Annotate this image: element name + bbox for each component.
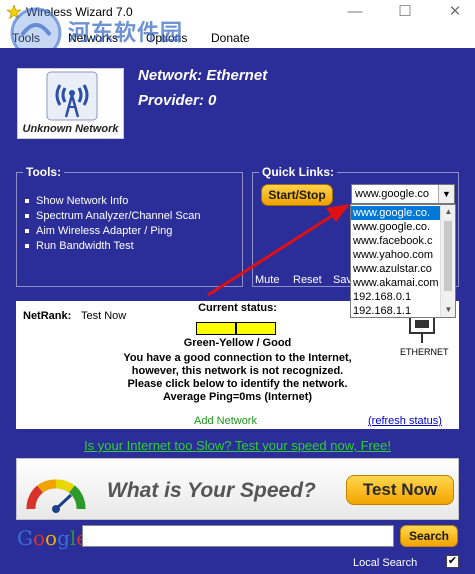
close-button[interactable]: ✕ xyxy=(440,2,470,22)
google-logo-letter: g xyxy=(57,526,70,550)
local-search-checkbox[interactable]: ✔ xyxy=(446,555,459,568)
tool-label: Aim Wireless Adapter / Ping xyxy=(36,225,173,237)
menu-bar: Tools Networks Options Donate xyxy=(0,26,475,48)
bullet-icon xyxy=(25,244,29,249)
dropdown-option[interactable]: www.facebook.c xyxy=(351,234,441,248)
quick-links-selected: www.google.co xyxy=(355,188,429,200)
dropdown-option[interactable]: 192.168.0.1 xyxy=(351,290,441,304)
tools-group: Tools: Show Network Info Spectrum Analyz… xyxy=(16,165,243,287)
tool-label: Spectrum Analyzer/Channel Scan xyxy=(36,210,201,222)
google-logo-letter: o xyxy=(45,526,58,550)
network-logo: Unknown Network xyxy=(17,68,124,139)
speed-banner[interactable]: What is Your Speed? Test Now xyxy=(16,458,459,520)
google-logo-letter: G xyxy=(17,526,33,550)
menu-options[interactable]: Options xyxy=(146,31,187,45)
status-line: Average Ping=0ms (Internet) xyxy=(162,391,313,403)
scroll-up-icon[interactable]: ▲ xyxy=(441,205,455,219)
bullet-icon xyxy=(25,229,29,234)
menu-tools[interactable]: Tools xyxy=(12,31,40,45)
scroll-down-icon[interactable]: ▼ xyxy=(441,303,455,317)
reset-button[interactable]: Reset xyxy=(293,274,322,286)
status-bar-segment xyxy=(196,322,236,335)
quick-links-select[interactable]: www.google.co ▼ xyxy=(351,184,455,204)
tool-aim-adapter[interactable]: Aim Wireless Adapter / Ping xyxy=(25,225,172,237)
dropdown-option[interactable]: www.azulstar.co xyxy=(351,262,441,276)
status-line: You have a good connection to the Intern… xyxy=(123,352,352,364)
status-line: however, this network is not recognized. xyxy=(131,365,344,377)
window-title: Wireless Wizard 7.0 xyxy=(26,5,133,19)
google-logo: Google xyxy=(17,526,88,550)
dropdown-option[interactable]: 192.168.1.1 xyxy=(351,304,441,317)
dropdown-option[interactable]: www.google.co. xyxy=(351,206,441,220)
banner-question: What is Your Speed? xyxy=(107,479,316,502)
tool-label: Show Network Info xyxy=(36,195,129,207)
quick-links-title: Quick Links: xyxy=(259,165,338,179)
dropdown-option[interactable]: www.google.co. xyxy=(351,220,441,234)
app-star-icon xyxy=(7,5,21,19)
status-panel: NetRank: Test Now Current status: Green-… xyxy=(16,301,459,429)
bullet-icon xyxy=(25,199,29,204)
network-label: Network: Ethernet xyxy=(138,67,268,84)
mute-button[interactable]: Mute xyxy=(255,274,279,286)
maximize-button[interactable]: ☐ xyxy=(390,2,420,22)
logo-caption: Unknown Network xyxy=(22,123,119,135)
minimize-button[interactable]: — xyxy=(340,2,370,22)
tool-spectrum-analyzer[interactable]: Spectrum Analyzer/Channel Scan xyxy=(25,210,200,222)
add-network-link[interactable]: Add Network xyxy=(194,415,257,427)
dropdown-option[interactable]: www.akamai.com xyxy=(351,276,441,290)
local-search-label: Local Search xyxy=(353,557,418,569)
quick-links-dropdown[interactable]: www.google.co. www.google.co. www.facebo… xyxy=(350,204,456,318)
tools-title: Tools: xyxy=(23,165,65,179)
google-logo-letter: o xyxy=(32,526,46,550)
start-stop-button[interactable]: Start/Stop xyxy=(261,184,333,206)
status-line: Please click below to identify the netwo… xyxy=(127,378,348,390)
refresh-status-link[interactable]: (refresh status) xyxy=(368,415,442,427)
tool-label: Run Bandwidth Test xyxy=(36,240,134,252)
menu-networks[interactable]: Networks xyxy=(68,31,118,45)
menu-donate[interactable]: Donate xyxy=(211,31,250,45)
dropdown-scrollbar[interactable]: ▲ ▼ xyxy=(440,205,455,317)
provider-label: Provider: 0 xyxy=(138,92,217,109)
speedometer-icon xyxy=(26,479,86,513)
bullet-icon xyxy=(25,214,29,219)
title-bar: Wireless Wizard 7.0 — ☐ ✕ xyxy=(0,0,475,25)
speed-test-link[interactable]: Is your Internet too Slow? Test your spe… xyxy=(0,438,475,453)
status-result: Green-Yellow / Good xyxy=(183,337,292,349)
chevron-down-icon[interactable]: ▼ xyxy=(438,185,454,203)
wifi-tower-icon xyxy=(46,71,98,121)
scroll-thumb[interactable] xyxy=(444,221,452,291)
dropdown-option[interactable]: www.yahoo.com xyxy=(351,248,441,262)
status-bar-segment xyxy=(236,322,276,335)
tool-bandwidth-test[interactable]: Run Bandwidth Test xyxy=(25,240,134,252)
ethernet-label: ETHERNET xyxy=(400,347,449,357)
banner-test-now-button[interactable]: Test Now xyxy=(346,475,454,505)
search-button[interactable]: Search xyxy=(400,525,458,547)
tool-show-network-info[interactable]: Show Network Info xyxy=(25,195,128,207)
search-input[interactable] xyxy=(82,525,394,547)
